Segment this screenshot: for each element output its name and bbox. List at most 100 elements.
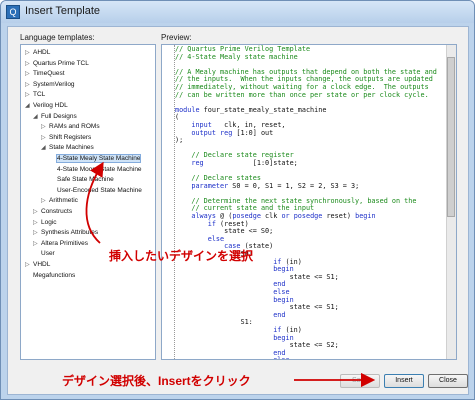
tree-item[interactable]: 4-State Mealy State Machine [49, 154, 142, 164]
tree-item[interactable]: ▷ Logic [33, 218, 57, 228]
tree-item[interactable]: ▷ Shift Registers [41, 133, 91, 143]
code-line: ); [175, 136, 447, 145]
expand-arrow-icon[interactable]: ▷ [41, 196, 49, 206]
tree-item-label: Shift Registers [49, 133, 92, 141]
tree-item-label: Logic [41, 218, 57, 226]
code-token: begin [355, 212, 376, 221]
expand-arrow-icon[interactable]: ▷ [41, 133, 49, 143]
expand-arrow-icon[interactable]: ▷ [33, 207, 41, 217]
expand-arrow-icon[interactable]: ▷ [33, 239, 41, 249]
tree-item-label: Arithmetic [49, 197, 78, 205]
code-token: else [273, 356, 289, 359]
code-token: four_state_mealy_state_machine [199, 105, 327, 114]
title-bar: Q Insert Template [1, 1, 474, 23]
tree-item[interactable]: ▷ RAMs and ROMs [41, 122, 100, 132]
insert-button[interactable]: Insert [384, 374, 424, 388]
tree-item[interactable]: ▷ TimeQuest [25, 69, 65, 79]
templates-label: Language templates: [20, 33, 95, 42]
window-title: Insert Template [25, 5, 101, 17]
expand-arrow-icon[interactable]: ▷ [25, 80, 33, 90]
code-token: reset) [322, 212, 356, 221]
expand-arrow-icon[interactable]: ▷ [25, 90, 33, 100]
close-button[interactable]: Close [428, 374, 468, 388]
insert-annotation: デザイン選択後、Insertをクリック [62, 374, 251, 388]
expand-arrow-icon[interactable]: ◢ [33, 112, 41, 122]
code-token: clk [260, 212, 282, 221]
code-token: or posedge [281, 212, 323, 221]
code-token: end [273, 310, 286, 319]
scrollbar-thumb[interactable] [447, 57, 455, 217]
code-gutter [162, 45, 175, 359]
code-line: output reg [1:0] out [175, 128, 447, 138]
tree-item[interactable]: ▷ Arithmetic [41, 196, 78, 206]
expand-arrow-icon[interactable]: ▷ [25, 260, 33, 270]
tree-item[interactable]: ▷ Quartus Prime TCL [25, 59, 89, 69]
tree-item-label: RAMs and ROMs [49, 123, 100, 131]
code-token: ); [175, 136, 184, 145]
code-preview: // Quartus Prime Verilog Template// 4-St… [175, 45, 447, 359]
tree-item[interactable]: 4-State Moore State Machine [49, 165, 142, 175]
expand-arrow-icon[interactable]: ◢ [25, 101, 33, 111]
code-token: // 4-State Mealy state machine [175, 52, 298, 61]
code-line: // can be written more than once per sta… [175, 90, 447, 100]
tree-item-label: User [41, 250, 55, 258]
preview-label: Preview: [161, 33, 192, 42]
code-token: [1:0]state; [203, 158, 298, 167]
code-token: // can be written more than once per sta… [175, 90, 429, 99]
tree-item[interactable]: Megafunctions [25, 271, 75, 281]
tree-item[interactable]: User [33, 249, 55, 259]
tree-item[interactable]: ▷ TCL [25, 90, 45, 100]
tree-item[interactable]: ▷ SystemVerilog [25, 80, 75, 90]
tree-item-label: Altera Primitives [41, 239, 88, 247]
app-icon: Q [6, 5, 20, 19]
tree-item-label: VHDL [33, 261, 51, 268]
code-token: S0 = 0, S1 = 1, S2 = 2, S3 = 3; [228, 181, 360, 190]
code-token: output reg [191, 128, 233, 137]
expand-arrow-icon[interactable]: ◢ [41, 143, 49, 153]
tree-item[interactable]: ◢ Verilog HDL [25, 101, 68, 111]
tree-item-label: Megafunctions [33, 271, 76, 279]
template-tree[interactable]: ▷ AHDL ▷ Quartus Prime TCL ▷ TimeQuest ▷ System… [20, 44, 156, 360]
tree-item-label: AHDL [33, 49, 51, 56]
tree-item-label: SystemVerilog [33, 80, 75, 88]
tree-item[interactable]: Safe State Machine [49, 175, 114, 185]
expand-arrow-icon[interactable]: ▷ [33, 228, 41, 238]
preview-scrollbar[interactable] [446, 45, 456, 359]
tree-item[interactable]: ◢ State Machines [41, 143, 94, 153]
preview-pane[interactable]: // Quartus Prime Verilog Template// 4-St… [161, 44, 457, 360]
code-line: module four_state_mealy_state_machine [175, 105, 447, 115]
expand-arrow-icon[interactable]: ▷ [25, 69, 33, 79]
tree-item-label: 4-State Moore State Machine [57, 165, 142, 173]
code-token: reg [191, 158, 204, 167]
tree-item[interactable]: ▷ Synthesis Attributes [33, 228, 98, 238]
expand-arrow-icon[interactable]: ▷ [41, 122, 49, 132]
tree-item[interactable]: ▷ Altera Primitives [33, 239, 88, 249]
tree-item[interactable]: ▷ VHDL [25, 260, 50, 270]
expand-arrow-icon[interactable]: ▷ [25, 48, 33, 58]
code-line: reg [1:0]state; [175, 158, 447, 168]
code-line: // 4-State Mealy state machine [175, 52, 447, 62]
tree-item-label: User-Encoded State Machine [57, 186, 142, 194]
expand-arrow-icon[interactable]: ▷ [33, 218, 41, 228]
save-button[interactable]: Save [340, 374, 380, 388]
insert-template-window: Q Insert Template Language templates: Pr… [0, 0, 475, 400]
expand-arrow-icon[interactable]: ▷ [25, 59, 33, 69]
tree-item[interactable]: ◢ Full Designs [33, 112, 77, 122]
dialog-body: Language templates: Preview: ▷ AHDL ▷ Quart… [7, 26, 469, 395]
tree-item-label: State Machines [49, 144, 94, 152]
code-token: [1:0] out [232, 128, 274, 137]
tree-item[interactable]: ▷ AHDL [25, 48, 50, 58]
tree-item[interactable]: ▷ Constructs [33, 207, 72, 217]
tree-item-label: 4-State Mealy State Machine [55, 154, 142, 163]
code-line: else [175, 357, 447, 359]
tree-item-label: Full Designs [41, 112, 77, 120]
tree-item-label: Safe State Machine [57, 176, 114, 184]
code-line: parameter S0 = 0, S1 = 1, S2 = 2, S3 = 3… [175, 181, 447, 191]
tree-item-label: Synthesis Attributes [41, 229, 99, 237]
tree-item-label: TimeQuest [33, 70, 65, 78]
tree-item-label: Quartus Prime TCL [33, 59, 89, 67]
tree-item-label: Verilog HDL [33, 102, 68, 109]
tree-item[interactable]: User-Encoded State Machine [49, 186, 142, 196]
